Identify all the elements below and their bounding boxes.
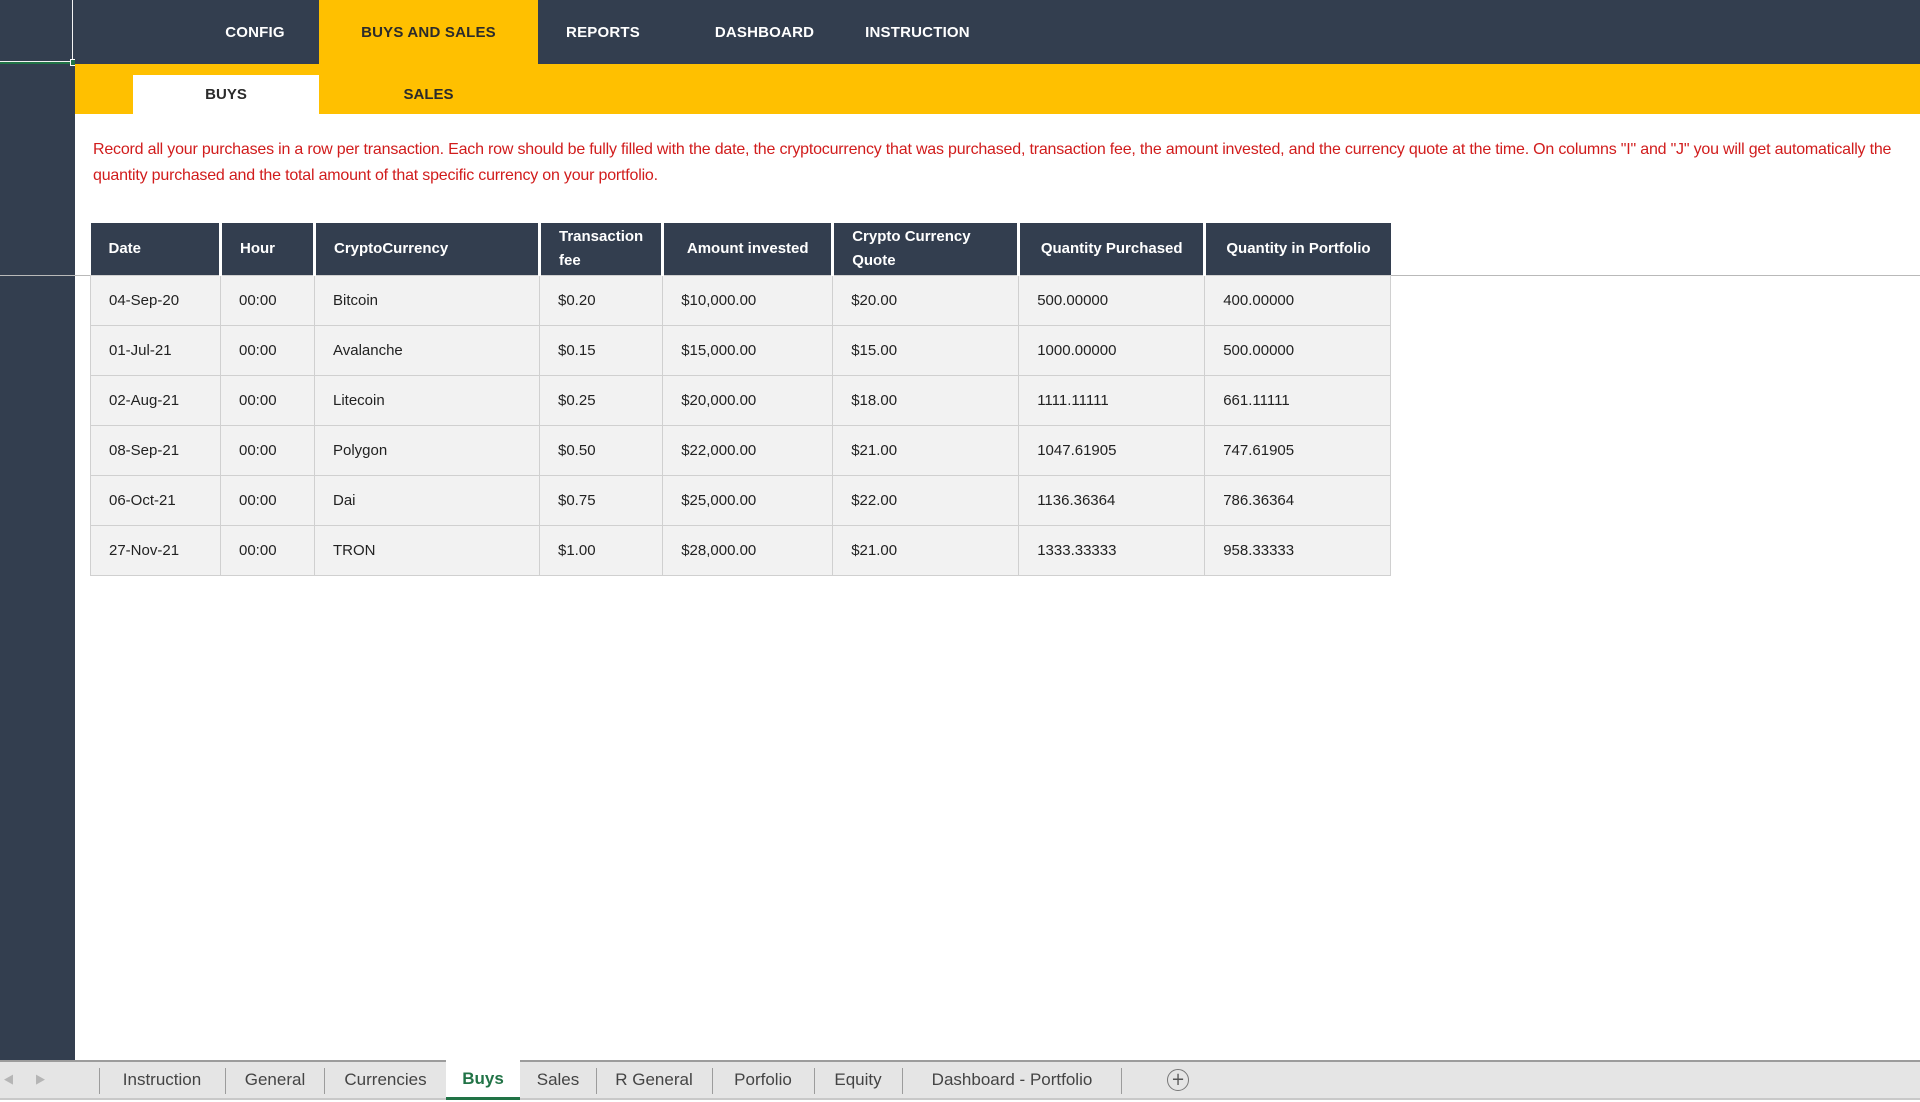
cell-hour[interactable]: 00:00 — [220, 324, 315, 376]
cell-amount-invested[interactable]: $20,000.00 — [662, 374, 834, 426]
cell-quantity-in-portfolio[interactable]: 400.00000 — [1204, 274, 1392, 326]
nav-dashboard[interactable]: DASHBOARD — [687, 0, 842, 64]
sub-navigation: BUYS SALES — [75, 64, 1920, 114]
sheet-tab-currencies[interactable]: Currencies — [325, 1062, 446, 1098]
top-navigation: CONFIG BUYS AND SALES REPORTS DASHBOARD … — [75, 0, 1920, 64]
cell-crypto-quote[interactable]: $22.00 — [832, 474, 1020, 526]
cell-cryptocurrency[interactable]: Avalanche — [314, 324, 540, 376]
left-frozen-pane — [0, 0, 77, 1060]
table-header-row: Date Hour CryptoCurrency Transaction fee… — [90, 223, 1391, 275]
cell-date[interactable]: 06-Oct-21 — [90, 474, 221, 526]
sheet-tab-buys[interactable]: Buys — [446, 1060, 520, 1100]
cell-hour[interactable]: 00:00 — [220, 274, 315, 326]
header-hour[interactable]: Hour — [219, 223, 315, 275]
cell-amount-invested[interactable]: $25,000.00 — [662, 474, 834, 526]
sheet-tab-general[interactable]: General — [226, 1062, 324, 1098]
cell-crypto-quote[interactable]: $21.00 — [832, 424, 1020, 476]
cell-quantity-in-portfolio[interactable]: 661.11111 — [1204, 374, 1392, 426]
header-transaction-fee[interactable]: Transaction fee — [537, 223, 663, 275]
cell-hour[interactable]: 00:00 — [220, 374, 315, 426]
table-row: 01-Jul-21 00:00 Avalanche $0.15 $15,000.00 $1… — [90, 324, 1392, 376]
cell-quantity-purchased[interactable]: 1136.36364 — [1018, 474, 1206, 526]
cell-quantity-purchased[interactable]: 1047.61905 — [1018, 424, 1206, 476]
nav-reports[interactable]: REPORTS — [538, 0, 668, 64]
sheet-tab-sales[interactable]: Sales — [521, 1062, 595, 1098]
nav-config[interactable]: CONFIG — [180, 0, 330, 64]
cell-quantity-in-portfolio[interactable]: 958.33333 — [1204, 524, 1392, 576]
cell-quantity-purchased[interactable]: 1000.00000 — [1018, 324, 1206, 376]
sheet-tab-dashboard-portfolio[interactable]: Dashboard - Portfolio — [903, 1062, 1121, 1098]
cell-amount-invested[interactable]: $22,000.00 — [662, 424, 834, 476]
cell-transaction-fee[interactable]: $0.25 — [538, 374, 664, 426]
table-row: 27-Nov-21 00:00 TRON $1.00 $28,000.00 $21.00 1… — [90, 524, 1392, 576]
header-amount-invested[interactable]: Amount invested — [661, 223, 833, 275]
sheet-tab-porfolio[interactable]: Porfolio — [713, 1062, 813, 1098]
nav-buys-and-sales[interactable]: BUYS AND SALES — [319, 0, 538, 64]
cell-cryptocurrency[interactable]: Litecoin — [314, 374, 540, 426]
cell-quantity-in-portfolio[interactable]: 786.36364 — [1204, 474, 1392, 526]
cell-amount-invested[interactable]: $10,000.00 — [662, 274, 834, 326]
cell-date[interactable]: 01-Jul-21 — [90, 324, 221, 376]
cell-transaction-fee[interactable]: $0.75 — [538, 474, 664, 526]
cell-transaction-fee[interactable]: $0.20 — [538, 274, 664, 326]
cell-date[interactable]: 04-Sep-20 — [90, 274, 221, 326]
tab-separator — [1121, 1068, 1122, 1094]
cell-quantity-purchased[interactable]: 500.00000 — [1018, 274, 1206, 326]
cell-cryptocurrency[interactable]: TRON — [314, 524, 540, 576]
cell-transaction-fee[interactable]: $1.00 — [538, 524, 664, 576]
cell-quantity-in-portfolio[interactable]: 747.61905 — [1204, 424, 1392, 476]
cell-cryptocurrency[interactable]: Polygon — [314, 424, 540, 476]
buys-table: Date Hour CryptoCurrency Transaction fee… — [90, 223, 1392, 576]
cell-cryptocurrency[interactable]: Dai — [314, 474, 540, 526]
cell-transaction-fee[interactable]: $0.15 — [538, 324, 664, 376]
table-row: 02-Aug-21 00:00 Litecoin $0.25 $20,000.00 $18… — [90, 374, 1392, 426]
header-quantity-purchased[interactable]: Quantity Purchased — [1017, 223, 1205, 275]
cell-crypto-quote[interactable]: $15.00 — [832, 324, 1020, 376]
cell-quantity-in-portfolio[interactable]: 500.00000 — [1204, 324, 1392, 376]
cell-amount-invested[interactable]: $28,000.00 — [662, 524, 834, 576]
cell-crypto-quote[interactable]: $18.00 — [832, 374, 1020, 426]
header-crypto-quote[interactable]: Crypto Currency Quote — [831, 223, 1019, 275]
sheet-tab-bar: ◀ ▶ Instruction General Currencies Buys … — [0, 1060, 1920, 1100]
subtab-buys[interactable]: BUYS — [133, 75, 319, 114]
cell-quantity-purchased[interactable]: 1333.33333 — [1018, 524, 1206, 576]
sheet-tab-equity[interactable]: Equity — [815, 1062, 901, 1098]
instruction-text: Record all your purchases in a row per t… — [93, 141, 1892, 184]
table-body: 04-Sep-20 00:00 Bitcoin $0.20 $10,000.00 $20.… — [90, 274, 1392, 576]
cell-quantity-purchased[interactable]: 1111.11111 — [1018, 374, 1206, 426]
selected-cell[interactable] — [0, 0, 73, 64]
cell-date[interactable]: 02-Aug-21 — [90, 374, 221, 426]
cell-date[interactable]: 27-Nov-21 — [90, 524, 221, 576]
cell-date[interactable]: 08-Sep-21 — [90, 424, 221, 476]
table-row: 04-Sep-20 00:00 Bitcoin $0.20 $10,000.00 $20.… — [90, 274, 1392, 326]
header-date[interactable]: Date — [90, 223, 221, 275]
sheet-tab-r-general[interactable]: R General — [597, 1062, 711, 1098]
cell-transaction-fee[interactable]: $0.50 — [538, 424, 664, 476]
next-sheet-icon[interactable]: ▶ — [36, 1072, 45, 1087]
add-sheet-icon[interactable]: + — [1167, 1069, 1189, 1091]
cell-crypto-quote[interactable]: $21.00 — [832, 524, 1020, 576]
prev-sheet-icon[interactable]: ◀ — [4, 1072, 13, 1087]
table-row: 06-Oct-21 00:00 Dai $0.75 $25,000.00 $22.00 11… — [90, 474, 1392, 526]
cell-hour[interactable]: 00:00 — [220, 424, 315, 476]
sheet-tab-instruction[interactable]: Instruction — [100, 1062, 224, 1098]
cell-hour[interactable]: 00:00 — [220, 474, 315, 526]
table-row: 08-Sep-21 00:00 Polygon $0.50 $22,000.00 $21.… — [90, 424, 1392, 476]
cell-crypto-quote[interactable]: $20.00 — [832, 274, 1020, 326]
nav-instruction[interactable]: INSTRUCTION — [840, 0, 995, 64]
cell-hour[interactable]: 00:00 — [220, 524, 315, 576]
header-cryptocurrency[interactable]: CryptoCurrency — [313, 223, 540, 275]
subtab-sales[interactable]: SALES — [319, 75, 538, 114]
cell-amount-invested[interactable]: $15,000.00 — [662, 324, 834, 376]
cell-cryptocurrency[interactable]: Bitcoin — [314, 274, 540, 326]
header-quantity-in-portfolio[interactable]: Quantity in Portfolio — [1203, 223, 1391, 275]
